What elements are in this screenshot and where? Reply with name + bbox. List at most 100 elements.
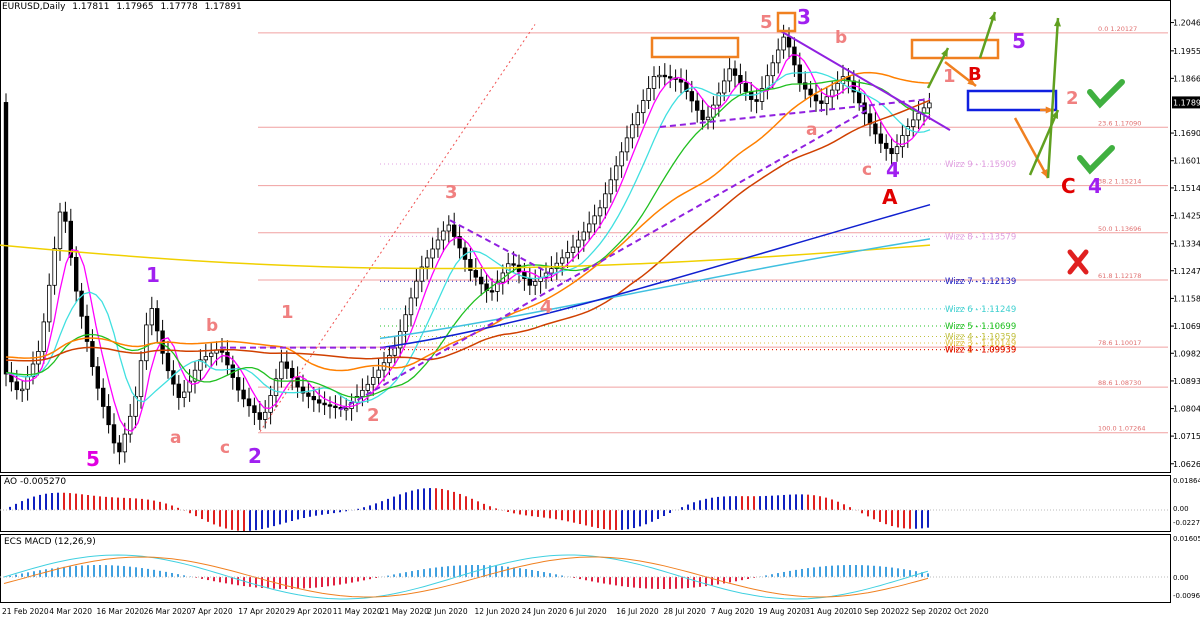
candle-body	[727, 68, 732, 82]
candle-body	[835, 82, 840, 91]
wave-label: a	[806, 120, 817, 140]
candle-body	[343, 408, 349, 411]
wizz-level-label: Wizz 9 - 1.15909	[945, 160, 1016, 170]
candle-body	[360, 389, 365, 397]
candle-body	[635, 112, 640, 126]
wave-label: b	[206, 316, 218, 336]
candle-body	[576, 239, 581, 248]
wave-label: A	[882, 185, 898, 209]
candle-body	[700, 109, 705, 121]
wave-label: C	[1061, 174, 1076, 198]
candle-body	[295, 377, 300, 388]
candle-body	[306, 392, 311, 397]
candle-body	[451, 224, 457, 237]
date-tick-label: 21 May 2020	[380, 607, 429, 616]
candle-body	[203, 356, 208, 361]
candle-body	[414, 280, 419, 299]
candle-body	[570, 246, 576, 253]
wizz-level-label: Wizz 5 - 1.10699	[945, 322, 1016, 332]
price-chart[interactable]: 1.20460 1.19550 1.18665 1.17891 1.16905 1.160…	[0, 0, 1200, 621]
check-mark-2	[1077, 145, 1115, 175]
candle-body	[608, 179, 613, 195]
date-tick-label: 11 May 2020	[333, 607, 382, 616]
date-tick-label: 16 Jul 2020	[616, 607, 659, 616]
date-tick-label: 7 Apr 2020	[191, 607, 233, 616]
date-tick-label: 2 Oct 2020	[947, 607, 989, 616]
candle-body	[435, 239, 441, 250]
date-tick-label: 22 Sep 2020	[900, 607, 948, 616]
price-tick-label: 1.07155	[1173, 432, 1200, 441]
ao-tick-label: 0.00	[1173, 505, 1189, 513]
x-mark	[1067, 249, 1089, 275]
candle-body	[743, 83, 748, 92]
macd-label: ECS MACD (12,26,9)	[4, 537, 96, 547]
candle-body	[587, 223, 592, 233]
wave-label: B	[968, 64, 982, 85]
wave-label: 5	[1012, 29, 1026, 53]
trendline-red-dotted	[259, 24, 536, 432]
date-tick-label: 16 Mar 2020	[97, 607, 145, 616]
price-tick-label: 1.18665	[1173, 74, 1200, 83]
candle-body	[181, 391, 187, 398]
fib-level-label: 23.6 1.17090	[1098, 119, 1141, 127]
date-tick-label: 10 Sep 2020	[853, 607, 901, 616]
candle-body	[311, 396, 316, 401]
candle-body	[279, 361, 284, 380]
candle-body	[819, 100, 824, 104]
candle-body	[3, 102, 9, 375]
candle-body	[792, 46, 797, 66]
candle-body	[770, 62, 775, 77]
check-mark-1	[1087, 79, 1125, 109]
candle-body	[424, 257, 430, 268]
wave-label: 3	[797, 5, 811, 29]
candle-body	[284, 361, 289, 369]
date-tick-label: 24 Jun 2020	[522, 607, 567, 616]
candle-body	[289, 367, 295, 379]
wave-label: c	[862, 160, 872, 180]
candle-body	[392, 347, 397, 356]
wizz-level-label: Wizz 8 - 1.13579	[945, 232, 1016, 242]
wizz-level-label: Wizz 4 - 1.09939	[945, 346, 1016, 356]
price-tick-label: 1.13345	[1173, 240, 1200, 249]
candle-body	[117, 442, 122, 453]
candle-body	[19, 388, 25, 392]
arrow-green-up-2-head	[989, 12, 996, 21]
candle-body	[722, 80, 727, 94]
price-tick-label: 1.10695	[1173, 322, 1200, 331]
candle-body	[327, 404, 333, 407]
candle-body	[387, 354, 392, 364]
ao-tick-label: -0.0227	[1173, 519, 1200, 527]
candle-body	[370, 377, 376, 385]
candle-body	[651, 76, 657, 89]
candle-body	[533, 281, 538, 286]
date-tick-label: 21 Feb 2020	[2, 607, 49, 616]
candle-body	[619, 151, 624, 167]
candle-body	[813, 94, 819, 102]
candle-body	[235, 377, 241, 391]
date-tick-label: 31 Aug 2020	[805, 607, 853, 616]
price-tick-label: 1.11585	[1173, 294, 1200, 303]
candle-body	[732, 68, 738, 76]
wave-label: c	[220, 438, 230, 458]
candle-body	[376, 369, 381, 378]
candle-body	[257, 412, 262, 420]
candle-body	[403, 314, 408, 332]
price-tick-label: 1.14250	[1173, 212, 1200, 221]
date-tick-label: 29 Apr 2020	[286, 607, 333, 616]
candle-body	[74, 256, 79, 292]
candle-body	[138, 360, 144, 397]
candle-body	[478, 276, 484, 285]
candle-body	[624, 137, 630, 153]
candle-body	[824, 96, 829, 104]
macd-tick-label: -0.009627	[1173, 592, 1200, 600]
arrow-green-up-4	[1028, 109, 1060, 176]
candle-body	[511, 263, 516, 266]
date-tick-label: 26 Mar 2020	[144, 607, 192, 616]
wave-label: 2	[248, 444, 262, 468]
candle-body	[473, 270, 478, 278]
resistance-box	[650, 36, 740, 59]
candle-body	[106, 406, 111, 426]
candle-body	[149, 308, 154, 326]
candle-body	[176, 383, 181, 398]
candle-body	[333, 405, 338, 409]
